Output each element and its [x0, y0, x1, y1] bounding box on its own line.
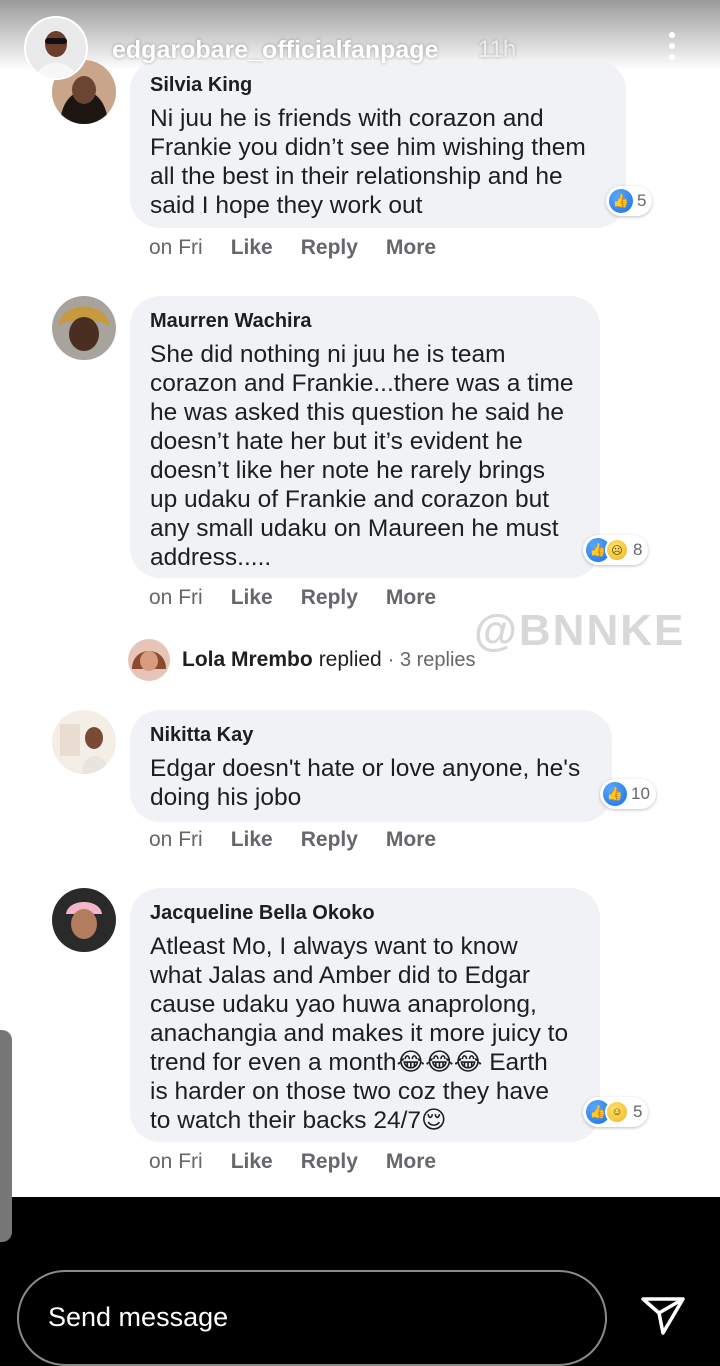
comment-text: Ni juu he is friends with corazon and Fr… — [150, 105, 586, 219]
story-header: edgarobare_officialfanpage 11h — [0, 0, 720, 80]
comment-text: She did nothing ni juu he is team corazo… — [150, 341, 574, 571]
send-icon[interactable] — [640, 1296, 686, 1336]
reaction-summary[interactable]: 👍 ☺ 5 — [583, 1097, 649, 1127]
comment-time: on Fri — [149, 828, 203, 851]
like-button[interactable]: Like — [231, 1150, 273, 1174]
more-button[interactable]: More — [386, 828, 436, 852]
watermark: @BNNKE — [474, 606, 686, 655]
more-button[interactable]: More — [386, 1150, 436, 1174]
reply-button[interactable]: Reply — [301, 236, 358, 260]
more-options-icon[interactable] — [662, 32, 682, 66]
avatar — [128, 639, 170, 681]
like-button[interactable]: Like — [231, 236, 273, 260]
comment-actions: on Fri Like Reply More — [149, 236, 464, 260]
story-time: 11h — [478, 36, 517, 63]
avatar[interactable] — [52, 888, 116, 952]
reaction-count: 10 — [631, 784, 650, 803]
like-button[interactable]: Like — [231, 828, 273, 852]
comment-time: on Fri — [149, 236, 203, 259]
comment-time: on Fri — [149, 1150, 203, 1173]
reaction-count: 5 — [633, 1102, 643, 1121]
reply-button[interactable]: Reply — [301, 1150, 358, 1174]
more-button[interactable]: More — [386, 236, 436, 260]
comment-actions: on Fri Like Reply More — [149, 586, 464, 610]
reaction-summary[interactable]: 👍 5 — [606, 186, 653, 216]
like-button[interactable]: Like — [231, 586, 273, 610]
laugh-reaction-icon: ☺ — [605, 1100, 629, 1124]
avatar[interactable] — [52, 710, 116, 774]
comment-actions: on Fri Like Reply More — [149, 828, 464, 852]
more-button[interactable]: More — [386, 586, 436, 610]
replies-link[interactable]: Lola Mrembo replied · 3 replies — [128, 639, 476, 681]
comment-actions: on Fri Like Reply More — [149, 1150, 464, 1174]
comment-time: on Fri — [149, 586, 203, 609]
reaction-count: 5 — [637, 191, 647, 210]
reaction-summary[interactable]: 👍 ☹ 8 — [583, 535, 649, 565]
comment-author[interactable]: Jacqueline Bella Okoko — [150, 902, 582, 925]
story-username[interactable]: edgarobare_officialfanpage — [112, 36, 438, 65]
reaction-summary[interactable]: 👍 10 — [600, 779, 656, 809]
comment-bubble: Maurren Wachira She did nothing ni juu h… — [130, 296, 600, 578]
comment-bubble: Silvia King Ni juu he is friends with co… — [130, 60, 626, 228]
reply-count: · 3 replies — [387, 648, 476, 671]
comment-author[interactable]: Nikitta Kay — [150, 724, 594, 747]
comment-text: Edgar doesn't hate or love anyone, he's … — [150, 755, 581, 811]
reaction-count: 8 — [633, 540, 643, 559]
reply-button[interactable]: Reply — [301, 586, 358, 610]
comment-bubble: Jacqueline Bella Okoko Atleast Mo, I alw… — [130, 888, 600, 1142]
like-reaction-icon: 👍 — [609, 189, 633, 213]
reply-verb: replied — [318, 648, 382, 671]
side-handle — [0, 1030, 12, 1242]
reply-button[interactable]: Reply — [301, 828, 358, 852]
story-screenshot: Silvia King Ni juu he is friends with co… — [0, 0, 720, 1197]
sad-reaction-icon: ☹ — [605, 538, 629, 562]
like-reaction-icon: 👍 — [603, 782, 627, 806]
comment-bubble: Nikitta Kay Edgar doesn't hate or love a… — [130, 710, 612, 822]
comment-author[interactable]: Maurren Wachira — [150, 310, 582, 333]
reply-author: Lola Mrembo — [182, 648, 313, 671]
profile-avatar[interactable] — [24, 16, 88, 80]
comment-text: Atleast Mo, I always want to know what J… — [150, 933, 569, 1134]
avatar[interactable] — [52, 296, 116, 360]
send-message-placeholder: Send message — [48, 1302, 229, 1332]
